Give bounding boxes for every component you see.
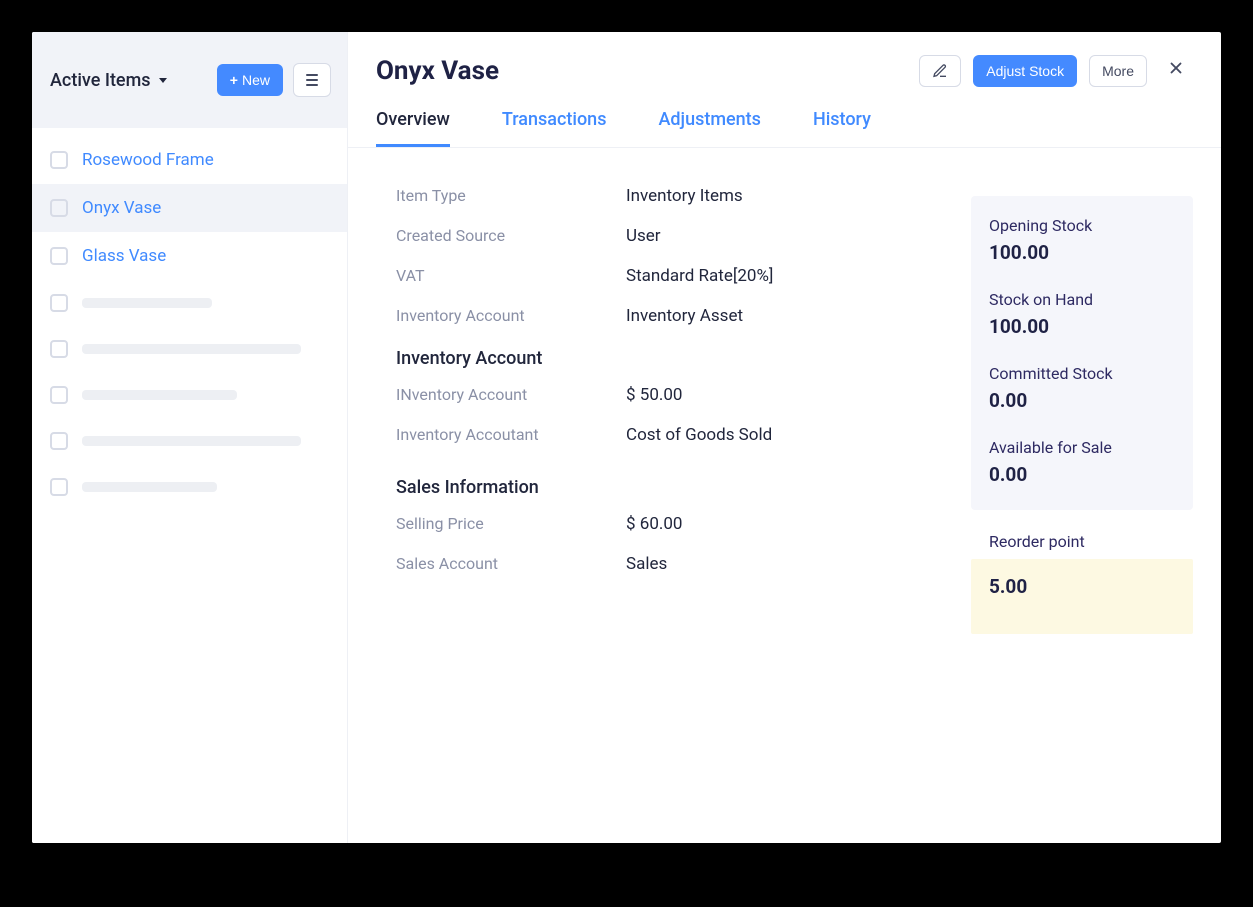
detail-label: Inventory Accoutant	[396, 425, 626, 445]
page-title: Onyx Vase	[376, 56, 919, 86]
close-icon	[1167, 59, 1185, 77]
hamburger-icon	[306, 74, 318, 86]
detail-row: Selling Price$ 60.00	[396, 504, 931, 544]
reorder-label: Reorder point	[971, 510, 1193, 559]
list-options-button[interactable]	[293, 63, 331, 97]
sidebar-item-placeholder	[32, 326, 347, 372]
detail-label: INventory Account	[396, 385, 626, 405]
sidebar-item-placeholder	[32, 418, 347, 464]
section-title: Inventory Account	[396, 336, 931, 375]
details-section: Item TypeInventory ItemsCreated SourceUs…	[376, 176, 931, 634]
stock-label: Stock on Hand	[989, 290, 1175, 309]
stock-group: Opening Stock 100.00	[989, 216, 1175, 264]
caret-down-icon	[159, 78, 167, 83]
detail-row: Sales AccountSales	[396, 544, 931, 584]
new-item-button[interactable]: + New	[217, 64, 283, 96]
detail-label: Sales Account	[396, 554, 626, 574]
detail-row: Inventory AccoutantCost of Goods Sold	[396, 415, 931, 455]
detail-label: VAT	[396, 266, 626, 286]
sidebar-item-label: Rosewood Frame	[82, 150, 214, 170]
stock-label: Committed Stock	[989, 364, 1175, 383]
stock-box: Opening Stock 100.00 Stock on Hand 100.00 Co…	[971, 196, 1193, 510]
detail-row: Inventory AccountInventory Asset	[396, 296, 931, 336]
adjust-stock-button[interactable]: Adjust Stock	[973, 55, 1077, 87]
detail-value: $ 60.00	[626, 514, 682, 534]
detail-value: Standard Rate[20%]	[626, 266, 773, 286]
item-list: Rosewood Frame Onyx Vase Glass Vase	[32, 128, 347, 510]
sidebar-item-placeholder	[32, 372, 347, 418]
checkbox[interactable]	[50, 151, 68, 169]
detail-value: Sales	[626, 554, 667, 574]
stock-group: Committed Stock 0.00	[989, 364, 1175, 412]
sidebar-item[interactable]: Glass Vase	[32, 232, 347, 280]
placeholder-bar	[82, 390, 237, 400]
section-title: Sales Information	[396, 455, 931, 504]
main-header: Onyx Vase Adjust Stock More	[348, 32, 1221, 87]
stock-group: Stock on Hand 100.00	[989, 290, 1175, 338]
detail-value: $ 50.00	[626, 385, 682, 405]
stock-value: 0.00	[989, 389, 1175, 412]
tabs: Overview Transactions Adjustments History	[348, 87, 1221, 148]
sidebar-item-placeholder	[32, 280, 347, 326]
items-filter-dropdown[interactable]: Active Items	[50, 70, 217, 91]
reorder-value: 5.00	[989, 575, 1175, 598]
checkbox	[50, 386, 68, 404]
new-button-label: New	[242, 72, 270, 88]
checkbox[interactable]	[50, 199, 68, 217]
checkbox	[50, 340, 68, 358]
stock-value: 0.00	[989, 463, 1175, 486]
stock-label: Available for Sale	[989, 438, 1175, 457]
sidebar: Active Items + New Rosewood Frame Onyx Va…	[32, 32, 348, 843]
sidebar-item-label: Onyx Vase	[82, 198, 161, 218]
detail-label: Inventory Account	[396, 306, 626, 326]
tab-history[interactable]: History	[813, 109, 871, 147]
sidebar-title-text: Active Items	[50, 70, 151, 91]
sidebar-item[interactable]: Onyx Vase	[32, 184, 347, 232]
more-button[interactable]: More	[1089, 55, 1147, 87]
main-panel: Onyx Vase Adjust Stock More	[348, 32, 1221, 843]
detail-value: User	[626, 226, 661, 246]
sidebar-item-placeholder	[32, 464, 347, 510]
stock-panel: Opening Stock 100.00 Stock on Hand 100.00 Co…	[971, 196, 1193, 634]
checkbox	[50, 294, 68, 312]
more-label: More	[1102, 63, 1134, 79]
stock-value: 100.00	[989, 241, 1175, 264]
pencil-icon	[932, 63, 948, 79]
checkbox[interactable]	[50, 247, 68, 265]
edit-button[interactable]	[919, 55, 961, 87]
detail-value: Inventory Items	[626, 186, 743, 206]
sidebar-item-label: Glass Vase	[82, 246, 166, 266]
detail-label: Created Source	[396, 226, 626, 246]
sidebar-header: Active Items + New	[32, 32, 347, 128]
placeholder-bar	[82, 344, 301, 354]
detail-label: Item Type	[396, 186, 626, 206]
sidebar-item[interactable]: Rosewood Frame	[32, 136, 347, 184]
placeholder-bar	[82, 298, 212, 308]
detail-row: Item TypeInventory Items	[396, 176, 931, 216]
placeholder-bar	[82, 436, 301, 446]
plus-icon: +	[230, 72, 238, 88]
stock-group: Available for Sale 0.00	[989, 438, 1175, 486]
detail-value: Inventory Asset	[626, 306, 743, 326]
checkbox	[50, 432, 68, 450]
close-button[interactable]	[1159, 54, 1193, 87]
tab-transactions[interactable]: Transactions	[502, 109, 607, 147]
detail-value: Cost of Goods Sold	[626, 425, 772, 445]
reorder-box: 5.00	[971, 559, 1193, 634]
stock-value: 100.00	[989, 315, 1175, 338]
detail-row: INventory Account$ 50.00	[396, 375, 931, 415]
checkbox	[50, 478, 68, 496]
detail-row: VATStandard Rate[20%]	[396, 256, 931, 296]
adjust-stock-label: Adjust Stock	[986, 63, 1064, 79]
detail-row: Created SourceUser	[396, 216, 931, 256]
placeholder-bar	[82, 482, 217, 492]
detail-label: Selling Price	[396, 514, 626, 534]
tab-adjustments[interactable]: Adjustments	[658, 109, 760, 147]
tab-overview[interactable]: Overview	[376, 109, 450, 147]
stock-label: Opening Stock	[989, 216, 1175, 235]
